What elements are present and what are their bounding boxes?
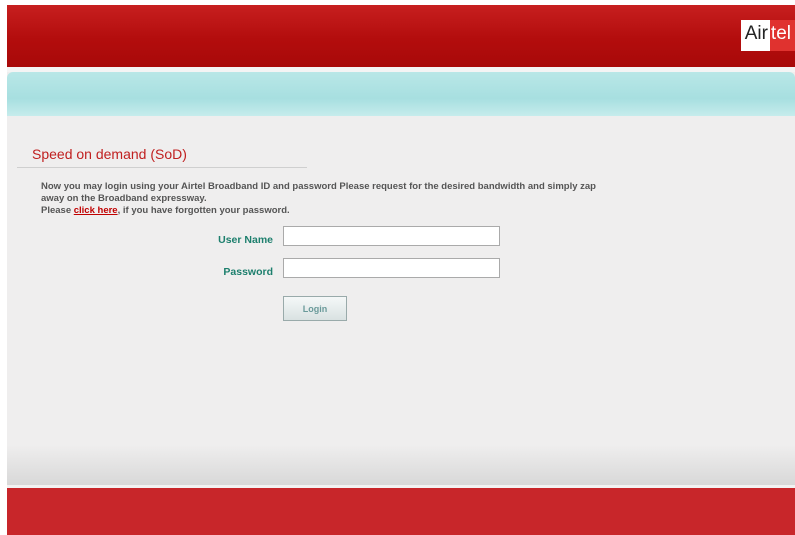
nav-band [7,72,795,116]
logo-part-1: Air [740,20,770,51]
section-title: Speed on demand (SoD) [32,146,187,162]
logo-part-2: tel [769,20,795,51]
username-input[interactable] [283,226,500,246]
password-input[interactable] [283,258,500,278]
content-bottom-shade [7,445,795,485]
intro-line-3-prefix: Please [41,205,74,216]
header-bar: Air tel [7,5,795,67]
intro-line-3: Please click here, if you have forgotten… [41,205,771,217]
forgot-password-link[interactable]: click here [74,205,118,216]
login-button[interactable]: Login [283,296,347,321]
intro-line-3-suffix: , if you have forgotten your password. [117,205,290,216]
intro-line-2: away on the Broadband expressway. [41,193,207,204]
intro-line-1: Now you may login using your Airtel Broa… [41,181,596,192]
page-frame: Air tel Speed on demand (SoD) Now you ma… [7,5,795,535]
footer-bar [7,488,795,535]
title-underline [17,167,307,168]
username-label: User Name [218,234,273,246]
airtel-logo[interactable]: Air tel [740,20,795,51]
intro-text: Now you may login using your Airtel Broa… [41,181,771,217]
password-label: Password [223,266,273,278]
